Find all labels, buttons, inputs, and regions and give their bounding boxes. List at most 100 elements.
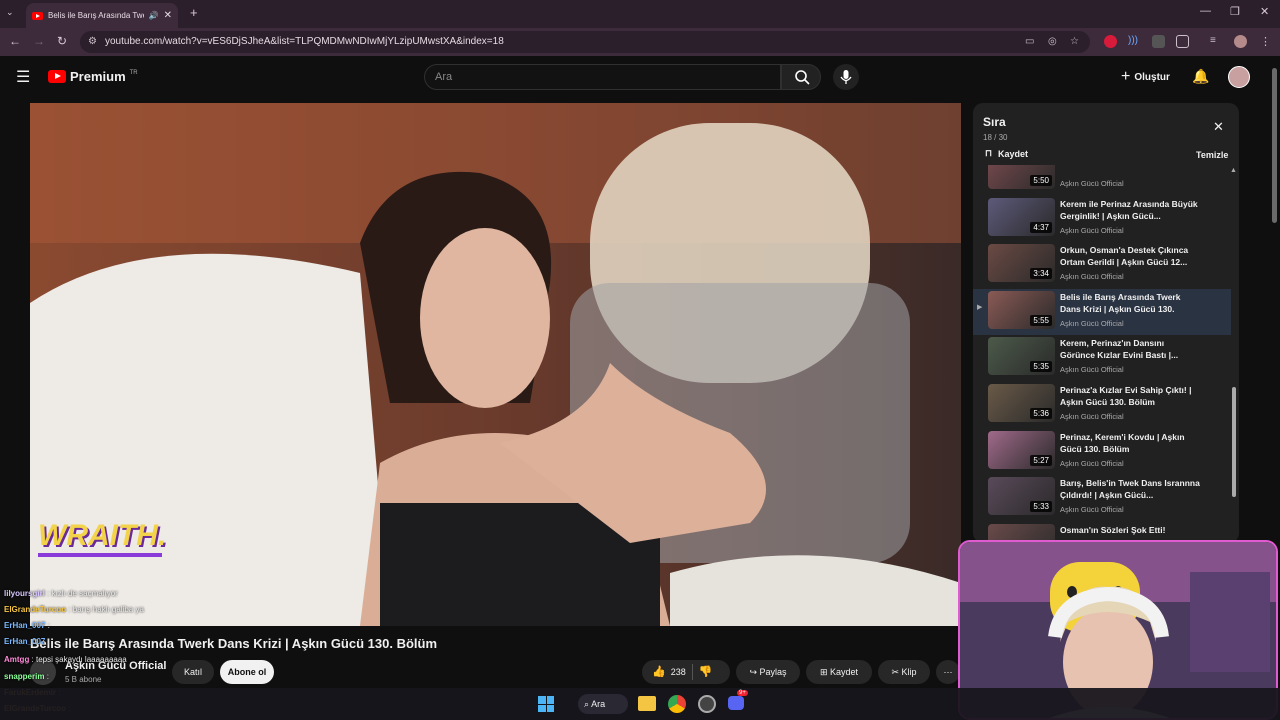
share-label: Paylaş bbox=[759, 667, 787, 677]
more-actions-icon[interactable]: ⋯ bbox=[936, 660, 960, 684]
share-button[interactable]: ↪ Paylaş bbox=[736, 660, 800, 684]
search-button[interactable] bbox=[781, 64, 821, 90]
thumbs-up-icon: 👍 bbox=[652, 666, 666, 678]
dislike-button[interactable]: 👎 bbox=[699, 660, 713, 684]
duration-badge: 5:27 bbox=[1030, 454, 1052, 466]
video-player[interactable]: WRAITH. bbox=[30, 103, 961, 626]
youtube-logo[interactable]: Premium TR bbox=[48, 69, 138, 84]
file-explorer-icon[interactable] bbox=[638, 696, 656, 711]
close-tab-icon[interactable]: ✕ bbox=[164, 10, 172, 21]
minimize-icon[interactable]: — bbox=[1200, 5, 1211, 17]
queue-item[interactable]: 5:27 Perinaz, Kerem'i Kovdu | Aşkın Gücü … bbox=[973, 429, 1231, 475]
queue-item[interactable]: 5:50 Aşkın Gücü Official bbox=[973, 165, 1231, 195]
youtube-play-icon bbox=[48, 70, 66, 83]
save-queue-label: Kaydet bbox=[998, 148, 1029, 159]
queue-list: 5:50 Aşkın Gücü Official 4:37 Kerem ile Per… bbox=[973, 165, 1239, 543]
restore-icon[interactable]: ❐ bbox=[1230, 5, 1240, 18]
extension-box-icon[interactable] bbox=[1152, 35, 1165, 48]
queue-thumbnail: 4:37 bbox=[988, 197, 1055, 236]
browser-tab[interactable]: Belis ile Barış Arasında Twerk 🔊 ✕ bbox=[26, 3, 178, 28]
watermark-underline bbox=[38, 553, 162, 557]
extension-wave-icon[interactable]: ))) bbox=[1128, 35, 1141, 48]
queue-item[interactable]: 5:33 Barış, Belis'in Twek Dans Isrannna Ç… bbox=[973, 475, 1231, 521]
scroll-up-icon[interactable]: ▲ bbox=[1230, 167, 1237, 174]
cast-icon[interactable]: ▭ bbox=[1025, 31, 1034, 53]
now-playing-icon: ▶ bbox=[977, 303, 983, 311]
close-window-icon[interactable]: ✕ bbox=[1260, 5, 1269, 18]
youtube-favicon-icon bbox=[32, 11, 43, 20]
tab-list-icon[interactable]: ⌄ bbox=[6, 7, 14, 18]
profile-avatar[interactable] bbox=[1234, 35, 1247, 48]
extensions-puzzle-icon[interactable] bbox=[1176, 35, 1189, 48]
save-video-button[interactable]: ⊞ Kaydet bbox=[806, 660, 872, 684]
duration-badge: 5:36 bbox=[1030, 408, 1052, 419]
browser-menu-icon[interactable]: ⋮ bbox=[1260, 35, 1273, 48]
queue-item-title: Kerem ile Perinaz Arasında Büyük Gerginl… bbox=[1060, 198, 1198, 221]
queue-item[interactable]: 5:36 Perinaz'a Kızlar Evi Sahip Çıktı! | … bbox=[973, 382, 1231, 428]
speaker-icon[interactable]: 🔊 bbox=[149, 11, 159, 20]
chat-message: lilyoursgirl : kızlı de saçmalıyor bbox=[4, 589, 118, 598]
queue-item[interactable]: 5:35 Kerem, Perinaz'ın Dansını Görünce Kı… bbox=[973, 335, 1231, 381]
save-queue-button[interactable]: ⊓ Kaydet bbox=[985, 148, 1028, 159]
url-field[interactable]: ⚙ youtube.com/watch?v=vES6DjSJheA&list=T… bbox=[80, 31, 1090, 53]
chat-user: Amtgg bbox=[4, 655, 30, 664]
eye-off-icon[interactable]: ◎ bbox=[1048, 31, 1057, 53]
clip-button[interactable]: ✂ Klip bbox=[878, 660, 930, 684]
queue-thumbnail: 5:33 bbox=[988, 477, 1055, 516]
url-text: youtube.com/watch?v=vES6DjSJheA&list=TLP… bbox=[105, 36, 504, 47]
microphone-icon bbox=[840, 70, 852, 84]
forward-icon[interactable]: → bbox=[33, 34, 45, 48]
extension-red-icon[interactable] bbox=[1104, 35, 1117, 48]
like-dislike-group: 👍 238 👎 bbox=[642, 660, 730, 684]
chat-message: ElGrandeTurcoo : barış haklı galiba ya bbox=[4, 605, 144, 614]
site-info-icon[interactable]: ⚙ bbox=[88, 31, 97, 53]
queue-item-title: Osman'ın Sözleri Şok Etti! bbox=[1060, 524, 1166, 535]
windows-start-icon[interactable] bbox=[538, 696, 554, 712]
address-bar: ← → ↻ ⚙ youtube.com/watch?v=vES6DjSJheA&… bbox=[0, 28, 1280, 56]
queue-item-title: Kerem, Perinaz'ın Dansını Görünce Kızlar… bbox=[1060, 338, 1179, 361]
duration-badge: 4:37 bbox=[1030, 221, 1052, 233]
create-button[interactable]: + Oluştur bbox=[1121, 68, 1170, 86]
app-icon[interactable] bbox=[698, 695, 716, 713]
chat-user: lilyoursgirl bbox=[4, 589, 45, 598]
account-avatar[interactable] bbox=[1228, 66, 1250, 88]
queue-item[interactable]: 4:37 Kerem ile Perinaz Arasında Büyük Ger… bbox=[973, 196, 1231, 242]
search-input[interactable]: Ara bbox=[424, 64, 781, 90]
bookmark-star-icon[interactable]: ☆ bbox=[1070, 31, 1079, 53]
new-tab-icon[interactable]: + bbox=[190, 5, 198, 20]
logo-region: TR bbox=[129, 69, 138, 76]
queue-item-title: Barış, Belis'in Twek Dans Isrannna Çıldı… bbox=[1060, 478, 1200, 501]
voice-search-button[interactable] bbox=[833, 64, 859, 90]
queue-item[interactable]: 3:34 Orkun, Osman'a Destek Çıkınca Ortam … bbox=[973, 242, 1231, 288]
subscribe-button[interactable]: Abone ol bbox=[220, 660, 274, 684]
queue-item-channel: Aşkın Gücü Official bbox=[1060, 458, 1124, 468]
queue-thumbnail: 5:50 bbox=[988, 165, 1055, 189]
queue-scrollbar[interactable] bbox=[1232, 387, 1236, 497]
create-label: Oluştur bbox=[1134, 71, 1170, 83]
close-queue-icon[interactable]: ✕ bbox=[1213, 119, 1224, 135]
queue-thumbnail: 5:35 bbox=[988, 337, 1055, 376]
chrome-icon[interactable] bbox=[668, 695, 686, 713]
reload-icon[interactable]: ↻ bbox=[57, 34, 67, 48]
queue-item-title: Orkun, Osman'a Destek Çıkınca Ortam Geri… bbox=[1060, 245, 1189, 268]
join-button[interactable]: Katıl bbox=[172, 660, 214, 684]
queue-thumbnail: 5:36 bbox=[988, 384, 1055, 422]
discord-icon[interactable] bbox=[728, 696, 744, 710]
tab-title: Belis ile Barış Arasında Twerk bbox=[48, 11, 144, 20]
scissors-icon: ✂ bbox=[891, 667, 899, 677]
browser-tab-bar: ⌄ Belis ile Barış Arasında Twerk 🔊 ✕ + —… bbox=[0, 0, 1280, 28]
queue-item-channel: Aşkın Gücü Official bbox=[1060, 505, 1124, 515]
taskbar-search[interactable]: ⌕ Ara bbox=[578, 694, 628, 714]
duration-badge: 5:55 bbox=[1030, 314, 1052, 326]
like-button[interactable]: 👍 238 bbox=[652, 660, 686, 684]
duration-badge: 5:33 bbox=[1030, 501, 1052, 513]
duration-badge: 3:34 bbox=[1030, 268, 1052, 280]
menu-icon[interactable]: ☰ bbox=[16, 67, 30, 87]
notifications-bell-icon[interactable]: 🔔 bbox=[1192, 68, 1209, 85]
media-icon[interactable]: ≡ bbox=[1210, 35, 1223, 48]
clip-label: Klip bbox=[901, 667, 917, 677]
clear-queue-button[interactable]: Temizle bbox=[1196, 150, 1228, 160]
page-scrollbar[interactable] bbox=[1272, 68, 1277, 223]
back-icon[interactable]: ← bbox=[9, 34, 21, 48]
queue-item[interactable]: ▶ 5:55 Belis ile Barış Arasında Twerk Dans… bbox=[973, 288, 1231, 335]
